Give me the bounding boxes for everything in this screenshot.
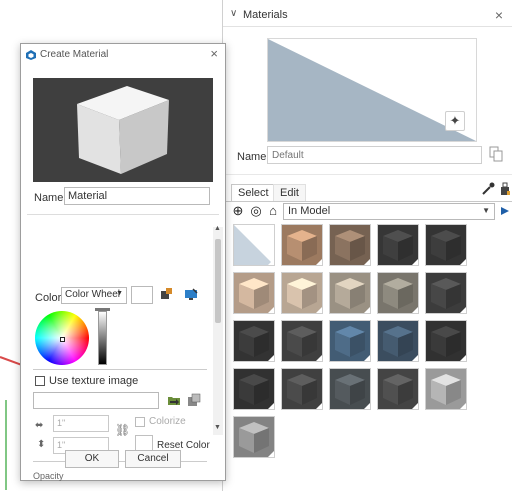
match-color-in-model-icon[interactable] <box>160 287 174 301</box>
materials-panel-title: Materials <box>243 9 288 21</box>
collapse-chevron-icon[interactable]: ∨ <box>230 8 237 19</box>
color-mode-value: Color Wheel <box>65 289 121 300</box>
material-swatch[interactable] <box>377 320 419 362</box>
display-secondary-icon[interactable]: ◎ <box>249 204 263 218</box>
divider <box>33 369 207 370</box>
scrollbar-thumb[interactable] <box>215 239 221 323</box>
scroll-down-icon[interactable]: ▼ <box>214 424 221 431</box>
green-axis <box>5 400 7 490</box>
dialog-options-area: ▲ ▼ Color: Color Wheel ▼ Use texture ima… <box>27 214 223 481</box>
material-swatch[interactable] <box>377 368 419 410</box>
create-material-icon[interactable]: ⊕ <box>231 204 245 218</box>
material-swatch[interactable] <box>329 368 371 410</box>
divider <box>223 174 512 175</box>
material-swatch[interactable] <box>233 272 275 314</box>
duplicate-icon[interactable] <box>489 146 503 162</box>
cancel-button[interactable]: Cancel <box>125 450 181 468</box>
collection-dropdown-value: In Model <box>288 205 331 217</box>
materials-panel: ∨ Materials × ✦ Name Select Edit ⊕ ◎ ⌂ I… <box>222 0 512 491</box>
scroll-up-icon[interactable]: ▲ <box>214 225 221 232</box>
browse-folder-icon[interactable] <box>167 393 181 407</box>
material-swatch[interactable] <box>329 272 371 314</box>
opacity-label: Opacity <box>33 471 64 481</box>
tab-edit[interactable]: Edit <box>273 184 306 202</box>
material-swatch[interactable] <box>233 224 275 266</box>
dialog-title-bar[interactable]: Create Material × <box>21 44 225 66</box>
colorize-checkbox[interactable] <box>135 417 145 427</box>
brightness-handle[interactable] <box>95 308 110 311</box>
texture-width-field[interactable]: 1" <box>53 415 109 432</box>
sample-paint-button[interactable]: ✦ <box>445 111 465 131</box>
material-swatch[interactable] <box>377 224 419 266</box>
material-swatch[interactable] <box>281 320 323 362</box>
material-swatch[interactable] <box>233 320 275 362</box>
dialog-name-label: Name <box>34 192 64 204</box>
chevron-down-icon: ▼ <box>482 206 490 215</box>
material-swatch[interactable] <box>281 368 323 410</box>
close-icon[interactable]: × <box>495 7 503 23</box>
match-color-on-screen-icon[interactable] <box>184 287 198 301</box>
dialog-name-field[interactable]: Material <box>64 187 210 205</box>
vertical-scrollbar[interactable]: ▲ ▼ <box>213 225 223 435</box>
details-arrow-icon[interactable] <box>499 205 511 217</box>
edit-texture-icon[interactable] <box>187 393 201 407</box>
material-swatch[interactable] <box>377 272 419 314</box>
material-swatch[interactable] <box>329 320 371 362</box>
dialog-title: Create Material <box>40 49 109 60</box>
paint-bucket-icon[interactable] <box>499 182 511 196</box>
color-mode-dropdown[interactable]: Color Wheel ▼ <box>61 287 127 304</box>
material-swatch[interactable] <box>425 272 467 314</box>
material-name-label: Name <box>237 151 267 163</box>
material-swatch[interactable] <box>329 224 371 266</box>
colorize-label: Colorize <box>149 416 186 427</box>
eyedropper-icon[interactable] <box>481 182 495 196</box>
collection-dropdown[interactable]: In Model ▼ <box>283 203 495 220</box>
material-swatch[interactable] <box>425 224 467 266</box>
material-swatch[interactable] <box>425 320 467 362</box>
sketchup-logo-icon <box>26 50 36 60</box>
material-swatch[interactable] <box>233 416 275 458</box>
material-swatch[interactable] <box>281 272 323 314</box>
material-swatch[interactable] <box>425 368 467 410</box>
use-texture-checkbox[interactable] <box>35 376 45 386</box>
tabs-underline <box>223 201 512 202</box>
texture-path-field[interactable] <box>33 392 159 409</box>
create-material-dialog: Create Material × Name Material ▲ ▼ Colo… <box>20 43 226 481</box>
ok-button[interactable]: OK <box>65 450 119 468</box>
chevron-down-icon: ▼ <box>116 290 123 297</box>
current-color-swatch <box>131 286 153 304</box>
brightness-slider[interactable] <box>98 311 107 365</box>
close-icon[interactable]: × <box>210 46 218 61</box>
material-swatch[interactable] <box>281 224 323 266</box>
material-preview-cube <box>33 78 213 182</box>
home-icon[interactable]: ⌂ <box>266 204 280 218</box>
chain-link-icon[interactable]: ⛓ <box>115 423 130 437</box>
materials-panel-header[interactable]: ∨ Materials × <box>223 5 512 27</box>
color-label: Color: <box>35 292 65 304</box>
cube-preview-image <box>77 86 169 174</box>
tab-select[interactable]: Select <box>231 184 276 202</box>
width-arrows-icon: ⬌ <box>35 420 44 431</box>
material-name-field[interactable] <box>267 146 482 164</box>
material-swatch[interactable] <box>233 368 275 410</box>
collection-nav-row: ⊕ ◎ ⌂ In Model ▼ <box>223 203 512 221</box>
color-wheel-marker[interactable] <box>60 337 65 342</box>
use-texture-label: Use texture image <box>49 375 139 387</box>
height-arrows-icon: ⬍ <box>37 439 46 450</box>
